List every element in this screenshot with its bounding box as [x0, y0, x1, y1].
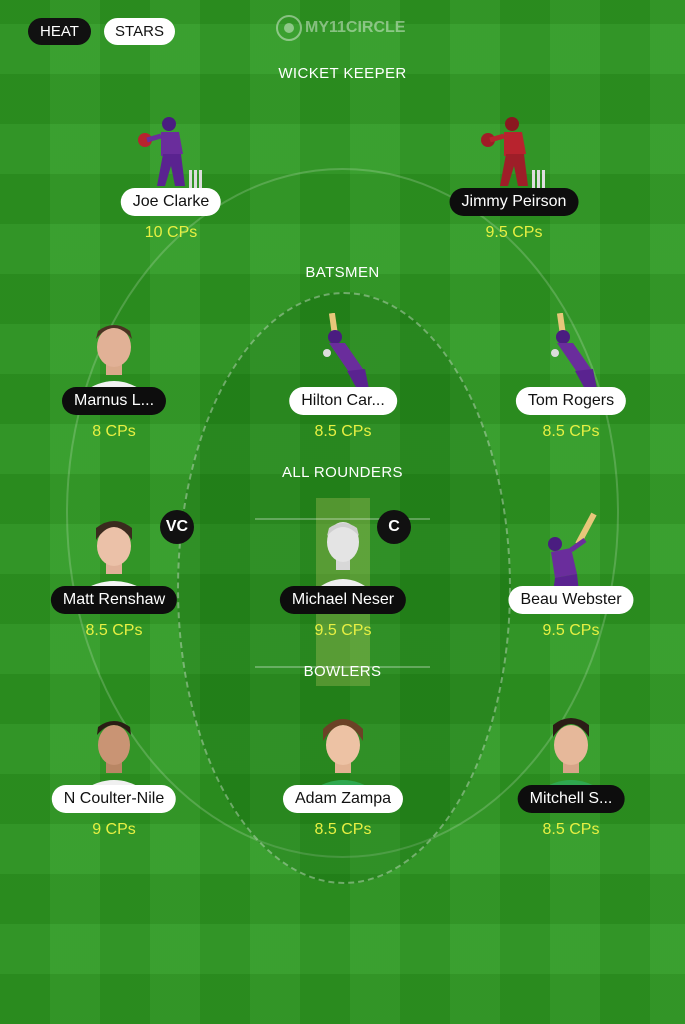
cricket-field: HEAT STARS MY11CIRCLE WICKET KEEPER BATS… — [0, 0, 685, 1024]
view-toggle: HEAT STARS — [28, 18, 175, 45]
player-name: Matt Renshaw — [50, 586, 178, 614]
section-title-bowlers: BOWLERS — [303, 663, 382, 680]
player-name: Hilton Car... — [289, 387, 397, 415]
player-name: Jimmy Peirson — [449, 188, 579, 216]
player-card-adam-zampa[interactable]: Adam Zampa 8.5 CPs — [263, 711, 423, 851]
player-photo-icon — [539, 718, 603, 791]
player-name: N Coulter-Nile — [51, 785, 177, 813]
captain-badge: C — [377, 510, 411, 544]
player-card-hilton[interactable]: Hilton Car... 8.5 CPs — [263, 313, 423, 453]
wicketkeeper-red-icon — [481, 117, 545, 188]
heat-toggle-button[interactable]: HEAT — [28, 18, 91, 45]
player-card-marnus[interactable]: Marnus L... 8 CPs — [34, 313, 194, 453]
player-name: Joe Clarke — [120, 188, 222, 216]
player-credits: 9 CPs — [92, 821, 136, 838]
player-photo-icon — [311, 719, 375, 791]
vice-captain-badge: VC — [160, 510, 194, 544]
player-name: Marnus L... — [61, 387, 167, 415]
batsman-swing-icon — [548, 512, 597, 592]
player-photo-icon — [82, 325, 146, 393]
brand-logo-text: MY11CIRCLE — [305, 19, 406, 36]
player-card-tom-rogers[interactable]: Tom Rogers 8.5 CPs — [491, 313, 651, 453]
player-card-joe-clarke[interactable]: Joe Clarke 10 CPs — [91, 114, 251, 254]
player-name: Michael Neser — [279, 586, 407, 614]
player-name: Adam Zampa — [282, 785, 404, 813]
player-name: Beau Webster — [508, 586, 634, 614]
brand-watermark: MY11CIRCLE — [276, 15, 405, 41]
batsman-purple-icon — [323, 313, 369, 389]
placeholder-silhouette-icon — [313, 522, 373, 592]
player-credits: 9.5 CPs — [485, 224, 543, 241]
player-name: Tom Rogers — [515, 387, 627, 415]
player-credits: 8 CPs — [92, 423, 136, 440]
player-photo-icon — [82, 721, 146, 791]
player-credits: 8.5 CPs — [314, 423, 372, 440]
player-photo-icon — [80, 521, 148, 592]
player-credits: 8.5 CPs — [542, 821, 600, 838]
player-card-matt-renshaw[interactable]: VC Matt Renshaw 8.5 CPs — [34, 510, 194, 652]
wicketkeeper-purple-icon — [138, 117, 202, 188]
player-credits: 9.5 CPs — [542, 622, 600, 639]
section-title-all-rounders: ALL ROUNDERS — [282, 464, 403, 481]
player-name: Mitchell S... — [517, 785, 625, 813]
stars-toggle-button[interactable]: STARS — [104, 18, 175, 45]
player-card-michael-neser[interactable]: C Michael Neser 9.5 CPs — [263, 510, 423, 652]
player-credits: 10 CPs — [144, 224, 198, 241]
brand-logo-icon — [276, 15, 302, 41]
player-card-coulter-nile[interactable]: N Coulter-Nile 9 CPs — [34, 711, 194, 851]
player-card-beau-webster[interactable]: Beau Webster 9.5 CPs — [491, 512, 651, 652]
player-credits: 8.5 CPs — [314, 821, 372, 838]
player-credits: 9.5 CPs — [314, 622, 372, 639]
batsman-purple-icon — [551, 313, 597, 389]
player-credits: 8.5 CPs — [542, 423, 600, 440]
player-credits: 8.5 CPs — [85, 622, 143, 639]
section-title-wicket-keeper: WICKET KEEPER — [278, 65, 407, 82]
player-card-mitchell[interactable]: Mitchell S... 8.5 CPs — [491, 711, 651, 851]
player-card-jimmy-peirson[interactable]: Jimmy Peirson 9.5 CPs — [434, 114, 594, 254]
section-title-batsmen: BATSMEN — [305, 264, 380, 281]
